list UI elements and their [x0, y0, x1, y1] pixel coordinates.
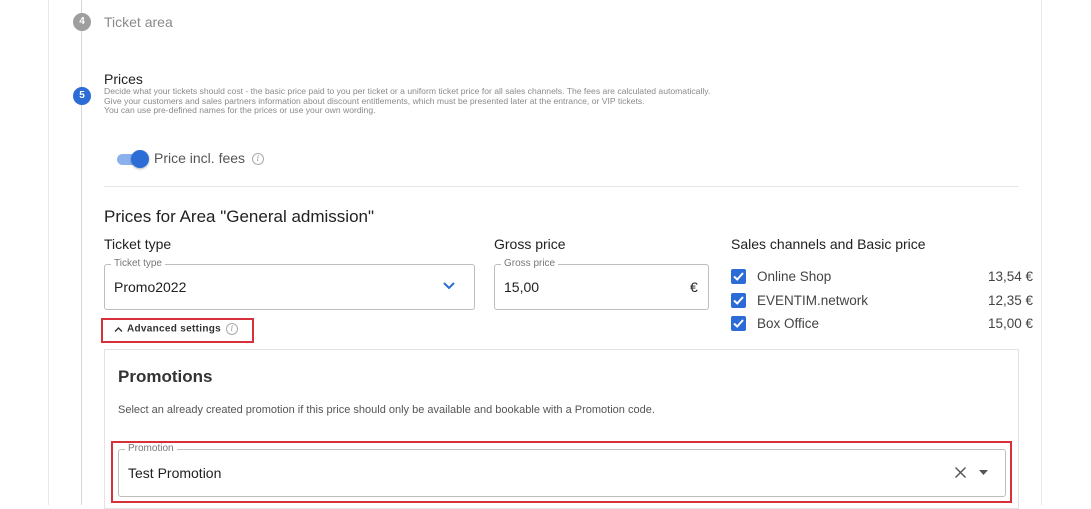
promotion-legend: Promotion	[125, 443, 177, 454]
checkmark-icon	[733, 296, 744, 305]
section-divider	[104, 186, 1019, 187]
chevron-down-icon[interactable]	[442, 281, 456, 291]
prices-description: Decide what your tickets should cost - t…	[104, 86, 710, 116]
stepper-line	[81, 105, 82, 505]
price-incl-fees-label: Price incl. fees i	[154, 150, 264, 166]
step-5-title: Prices	[104, 71, 143, 87]
promotion-value: Test Promotion	[128, 465, 222, 481]
step-4-number: 4	[73, 13, 91, 31]
step-5-number: 5	[73, 87, 91, 105]
gross-price-value: 15,00	[504, 279, 540, 295]
ticket-type-select[interactable]: Ticket type Promo2022	[104, 258, 475, 310]
step-4-label[interactable]: Ticket area	[104, 14, 173, 30]
promotion-select[interactable]: Promotion Test Promotion	[118, 443, 1006, 497]
gross-price-legend: Gross price	[501, 258, 559, 269]
close-icon[interactable]	[954, 466, 967, 479]
sales-channel-name: Box Office	[757, 316, 820, 331]
prices-description-line: You can use pre-defined names for the pr…	[104, 105, 376, 116]
stepper-line	[81, 0, 82, 13]
online-shop-checkbox[interactable]	[731, 269, 746, 284]
sales-channel-row: EVENTIM.network 12,35 €	[731, 292, 1033, 310]
frame-right-border	[1041, 0, 1042, 505]
sales-channel-price: 12,35 €	[987, 293, 1033, 308]
sales-channels-column-header: Sales channels and Basic price	[731, 236, 926, 252]
sales-channel-price: 13,54 €	[987, 269, 1033, 284]
promotions-description: Select an already created promotion if t…	[118, 404, 655, 416]
toggle-knob	[131, 150, 149, 168]
sales-channel-row: Box Office 15,00 €	[731, 315, 1033, 333]
toggle-label-text: Price incl. fees	[154, 150, 246, 166]
area-heading: Prices for Area "General admission"	[104, 207, 375, 226]
ticket-type-column-header: Ticket type	[104, 236, 172, 252]
ticket-type-value: Promo2022	[114, 279, 187, 295]
advanced-settings-label: Advanced settings	[127, 323, 222, 335]
chevron-up-icon	[114, 326, 123, 332]
currency-symbol: €	[690, 279, 698, 295]
info-icon[interactable]: i	[251, 153, 264, 166]
eventim-network-checkbox[interactable]	[731, 293, 746, 308]
caret-down-icon[interactable]	[979, 470, 988, 476]
sales-channel-name: EVENTIM.network	[757, 293, 869, 308]
checkmark-icon	[733, 319, 744, 328]
info-icon[interactable]: i	[226, 323, 239, 335]
gross-price-column-header: Gross price	[494, 236, 566, 252]
frame-left-border	[48, 0, 49, 505]
checkmark-icon	[733, 272, 744, 281]
ticket-type-legend: Ticket type	[111, 258, 165, 269]
box-office-checkbox[interactable]	[731, 316, 746, 331]
promotions-title: Promotions	[118, 367, 213, 386]
sales-channel-price: 15,00 €	[987, 316, 1033, 331]
price-incl-fees-toggle[interactable]	[117, 150, 149, 168]
advanced-settings-toggle[interactable]: Advanced settings i	[114, 323, 239, 335]
sales-channel-row: Online Shop 13,54 €	[731, 268, 1033, 286]
stepper-line	[81, 31, 82, 87]
gross-price-input[interactable]: Gross price 15,00 €	[494, 258, 709, 310]
sales-channel-name: Online Shop	[757, 269, 832, 284]
